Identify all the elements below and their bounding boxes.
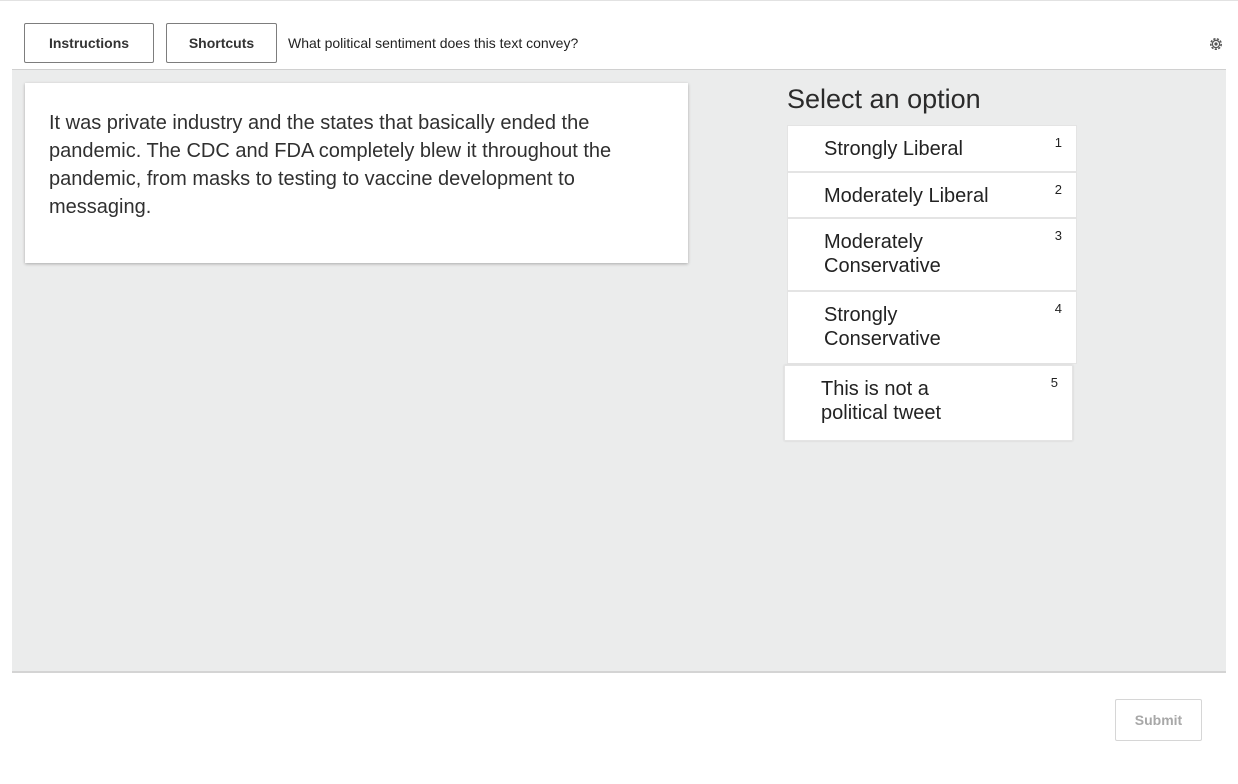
tweet-text: It was private industry and the states t… [49,112,612,218]
option-moderately-conservative[interactable]: Moderately Conservative 3 [787,218,1077,291]
text-card: It was private industry and the states t… [25,83,688,263]
gear-icon[interactable] [1208,36,1224,52]
option-label: Strongly Conservative [824,304,941,350]
submit-button[interactable]: Submit [1115,699,1202,741]
labeling-workarea: It was private industry and the states t… [12,69,1226,673]
option-not-political[interactable]: This is not a political tweet 5 [784,365,1073,441]
annotation-page: Instructions Shortcuts What political se… [0,0,1238,784]
option-shortcut-key: 5 [1050,375,1058,390]
instructions-button[interactable]: Instructions [24,23,154,63]
option-shortcut-key: 3 [1054,228,1062,243]
option-strongly-conservative[interactable]: Strongly Conservative 4 [787,291,1077,364]
option-label: Strongly Liberal [824,138,963,160]
task-question: What political sentiment does this text … [288,35,579,51]
option-shortcut-key: 2 [1054,182,1062,197]
option-strongly-liberal[interactable]: Strongly Liberal 1 [787,125,1077,172]
option-label: This is not a political tweet [821,378,942,424]
option-label: Moderately Conservative [824,231,941,277]
option-moderately-liberal[interactable]: Moderately Liberal 2 [787,172,1077,218]
top-toolbar: Instructions Shortcuts What political se… [12,1,1226,69]
shortcuts-button[interactable]: Shortcuts [166,23,277,63]
option-shortcut-key: 4 [1054,301,1062,316]
option-label: Moderately Liberal [824,185,989,207]
options-title: Select an option [787,84,981,114]
option-shortcut-key: 1 [1054,135,1062,150]
